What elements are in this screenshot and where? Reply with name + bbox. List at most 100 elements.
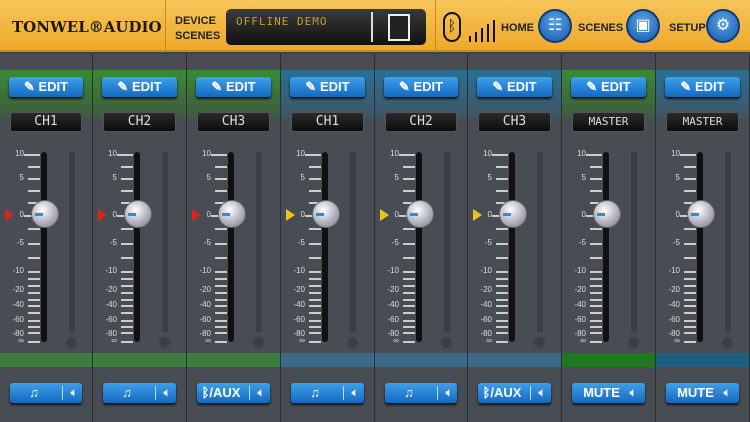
fader-knob[interactable] — [218, 200, 246, 228]
scale-tick — [28, 305, 40, 307]
scenes-button[interactable]: ▣ — [626, 9, 660, 43]
scale-label: -60 — [293, 315, 305, 324]
scale-tick — [121, 178, 133, 180]
bluetooth-icon[interactable]: ᛒ — [443, 12, 461, 42]
scale-label: -40 — [12, 300, 24, 309]
scale-label: ∞ — [111, 336, 117, 345]
mute-button[interactable]: MUTE 🔈︎ — [572, 383, 645, 403]
scale-tick — [121, 257, 133, 259]
clip-led — [534, 337, 545, 348]
scale-label: -5 — [672, 238, 680, 247]
channel-strip: ✎ EDIT CH3 10 5 0 -5 -10 -20 -40 -60 -80 ∞ ᛒ/AUX 🔈︎ — [468, 54, 562, 422]
scale-tick — [309, 299, 321, 301]
fader-knob[interactable] — [499, 200, 527, 228]
scale-label: 10 — [577, 149, 586, 158]
scale-tick — [28, 271, 40, 273]
edit-button[interactable]: ✎ EDIT — [665, 77, 740, 97]
fader-indicator — [128, 213, 136, 216]
scale-tick — [121, 285, 133, 287]
scale-tick — [215, 228, 227, 230]
scale-tick — [684, 285, 696, 287]
fader-track[interactable] — [228, 152, 234, 342]
scale-tick — [121, 243, 133, 245]
fader-track[interactable] — [416, 152, 422, 342]
pencil-icon: ✎ — [211, 79, 226, 94]
eq-button[interactable]: ♫ 🔈︎ — [291, 383, 364, 403]
fader-track[interactable] — [322, 152, 328, 342]
scale-tick — [309, 326, 321, 328]
eq-button[interactable]: ♫ 🔈︎ — [103, 383, 176, 403]
aux-label: /AUX — [209, 385, 241, 400]
fader-track[interactable] — [603, 152, 609, 342]
scale-label: -20 — [199, 285, 211, 294]
edit-label: EDIT — [413, 79, 444, 94]
scale-label: 5 — [394, 173, 399, 182]
edit-button[interactable]: ✎ EDIT — [102, 77, 177, 97]
level-meter — [256, 152, 262, 332]
scale-tick — [121, 326, 133, 328]
top-bar: TONWEL®AUDIO DEVICE SCENES OFFLINE DEMO ᛒ… — [0, 0, 750, 52]
speaker-icon: 🔈︎ — [445, 387, 453, 399]
fader-knob[interactable] — [593, 200, 621, 228]
speaker-icon: 🔈︎ — [351, 387, 359, 399]
scale-tick — [403, 312, 415, 314]
setup-button[interactable]: ⚙ — [706, 9, 740, 43]
channel-strip: ✎ EDIT CH1 10 5 0 -5 -10 -20 -40 -60 -80 ∞ ♫ 🔈︎ — [281, 54, 375, 422]
fader-knob[interactable] — [31, 200, 59, 228]
pencil-icon: ✎ — [586, 79, 601, 94]
level-meter — [537, 152, 543, 332]
scale-tick — [215, 320, 227, 322]
eq-icon: ♫ — [310, 385, 320, 400]
scale-tick — [215, 285, 227, 287]
edit-button[interactable]: ✎ EDIT — [477, 77, 552, 97]
group-stripe — [93, 353, 186, 367]
scale-tick — [590, 305, 602, 307]
scale-tick — [309, 257, 321, 259]
edit-label: EDIT — [506, 79, 537, 94]
edit-button[interactable]: ✎ EDIT — [384, 77, 458, 97]
group-stripe — [187, 353, 280, 367]
edit-label: EDIT — [319, 79, 350, 94]
edit-button[interactable]: ✎ EDIT — [571, 77, 646, 97]
channel-strip: ✎ EDIT CH1 10 5 0 -5 -10 -20 -40 -60 -80 ∞ ♫ 🔈︎ — [0, 54, 93, 422]
device-scenes-label[interactable]: DEVICE SCENES — [175, 14, 220, 44]
channel-name: MASTER — [572, 112, 645, 132]
scale-tick — [309, 166, 321, 168]
eq-button[interactable]: ♫ 🔈︎ — [385, 383, 457, 403]
scale-label: ∞ — [674, 336, 680, 345]
edit-button[interactable]: ✎ EDIT — [290, 77, 365, 97]
scale-label: ∞ — [18, 336, 24, 345]
pencil-icon: ✎ — [23, 79, 39, 94]
edit-button[interactable]: ✎ EDIT — [9, 77, 83, 97]
fader-knob[interactable] — [124, 200, 152, 228]
fader-track[interactable] — [509, 152, 515, 342]
scale-tick — [28, 166, 40, 168]
scale-label: -20 — [105, 285, 117, 294]
scale-tick — [684, 332, 696, 334]
aux-button[interactable]: ᛒ/AUX 🔈︎ — [197, 383, 270, 403]
scale-tick — [403, 292, 415, 294]
fader-indicator — [316, 213, 324, 216]
eq-button[interactable]: ♫ 🔈︎ — [10, 383, 82, 403]
fader-track[interactable] — [134, 152, 140, 342]
fader-knob[interactable] — [312, 200, 340, 228]
aux-button[interactable]: ᛒ/AUX 🔈︎ — [478, 383, 551, 403]
home-button[interactable]: ☷ — [538, 9, 572, 43]
pencil-icon: ✎ — [680, 79, 695, 94]
fader-indicator — [35, 213, 43, 216]
scale-label: -40 — [105, 300, 117, 309]
fader-knob[interactable] — [406, 200, 434, 228]
scale-tick — [496, 305, 508, 307]
edit-button[interactable]: ✎ EDIT — [196, 77, 271, 97]
scale-tick — [215, 190, 227, 192]
fader-track[interactable] — [697, 152, 703, 342]
fader-track[interactable] — [41, 152, 47, 342]
scenes-label: SCENES — [175, 30, 221, 42]
eq-icon: ♫ — [29, 385, 39, 400]
channel-name: CH2 — [103, 112, 176, 132]
clip-led — [722, 337, 733, 348]
mute-button[interactable]: MUTE 🔈︎ — [666, 383, 739, 403]
fader-knob[interactable] — [687, 200, 715, 228]
scale-tick — [496, 271, 508, 273]
device-display[interactable]: OFFLINE DEMO — [226, 9, 426, 45]
